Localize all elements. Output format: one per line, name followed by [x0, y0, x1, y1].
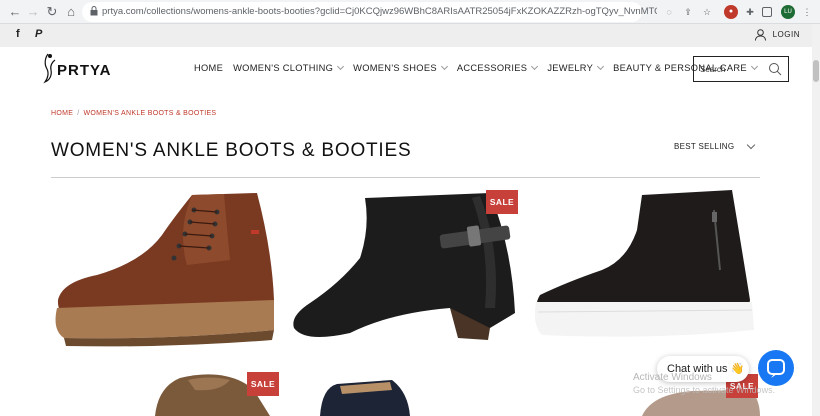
scrollbar[interactable] — [812, 24, 820, 416]
sale-badge: SALE — [247, 372, 279, 396]
main-navigation: HOME WOMEN'S CLOTHING WOMEN'S SHOES ACCE… — [194, 62, 767, 73]
profile-avatar[interactable]: LU — [781, 5, 795, 19]
sale-badge: SALE — [486, 190, 518, 214]
breadcrumb: HOME / WOMEN'S ANKLE BOOTS & BOOTIES — [51, 110, 216, 117]
address-bar[interactable]: prtya.com/collections/womens-ankle-boots… — [82, 2, 657, 22]
chevron-down-icon — [597, 62, 605, 71]
windows-watermark-subtitle: Go to Settings to activate Windows. — [633, 385, 776, 395]
nav-label: HOME — [194, 63, 224, 73]
nav-jewelry[interactable]: JEWELRY — [547, 62, 605, 73]
chevron-down-icon[interactable] — [746, 140, 756, 150]
chat-button[interactable] — [758, 350, 794, 386]
eye-off-icon[interactable]: ◌ — [662, 5, 676, 19]
breadcrumb-home[interactable]: HOME — [51, 110, 73, 117]
product-image-navy-boot[interactable] — [312, 378, 412, 416]
page-title: WOMEN'S ANKLE BOOTS & BOOTIES — [51, 140, 412, 161]
chevron-down-icon — [531, 62, 539, 71]
breadcrumb-separator: / — [77, 110, 80, 117]
facebook-icon[interactable]: f — [16, 28, 20, 40]
product-image-black-boot[interactable] — [290, 188, 516, 354]
nav-accessories[interactable]: ACCESSORIES — [456, 62, 539, 73]
back-icon[interactable]: ← — [6, 3, 24, 21]
pinterest-icon[interactable]: P — [35, 28, 42, 40]
windows-watermark-title: Activate Windows — [633, 372, 712, 383]
nav-label: WOMEN'S SHOES — [353, 63, 437, 73]
star-icon[interactable]: ☆ — [700, 5, 714, 19]
lock-icon — [90, 6, 98, 16]
nav-label: WOMEN'S CLOTHING — [233, 63, 334, 73]
scrollbar-thumb[interactable] — [813, 60, 819, 82]
divider — [51, 177, 760, 178]
search-icon[interactable] — [768, 62, 782, 76]
share-icon[interactable]: ⇪ — [681, 5, 695, 19]
chevron-down-icon — [440, 62, 448, 71]
user-icon[interactable] — [755, 29, 766, 41]
breadcrumb-current[interactable]: WOMEN'S ANKLE BOOTS & BOOTIES — [83, 110, 216, 117]
sort-select[interactable]: BEST SELLING — [674, 142, 734, 151]
chat-icon — [767, 359, 785, 378]
extension-icon[interactable]: ● — [724, 5, 738, 19]
logo-text[interactable]: PRTYA — [57, 62, 111, 79]
sidebar-icon[interactable] — [762, 7, 772, 17]
nav-home[interactable]: HOME — [194, 63, 223, 73]
nav-label: ACCESSORIES — [456, 63, 528, 73]
puzzle-icon[interactable]: ✚ — [743, 5, 757, 19]
url-text: prtya.com/collections/womens-ankle-boots… — [102, 6, 657, 17]
product-image-brown-boot[interactable] — [52, 190, 278, 350]
product-image-black-sneaker-boot[interactable] — [532, 190, 758, 350]
home-icon[interactable]: ⌂ — [62, 3, 80, 21]
login-link[interactable]: LOGIN — [773, 30, 800, 39]
search-input[interactable]: Search — [693, 56, 789, 82]
reload-icon[interactable]: ↻ — [43, 3, 61, 21]
browser-toolbar: ← → ↻ ⌂ prtya.com/collections/womens-ank… — [0, 0, 820, 24]
nav-womens-clothing[interactable]: WOMEN'S CLOTHING — [233, 62, 345, 73]
menu-icon[interactable]: ⋮ — [800, 5, 814, 19]
search-placeholder: Search — [700, 65, 726, 74]
utility-bar: f P LOGIN — [0, 24, 820, 47]
chevron-down-icon — [337, 62, 345, 71]
forward-icon[interactable]: → — [24, 3, 42, 21]
nav-womens-shoes[interactable]: WOMEN'S SHOES — [353, 62, 448, 73]
nav-label: JEWELRY — [547, 63, 594, 73]
